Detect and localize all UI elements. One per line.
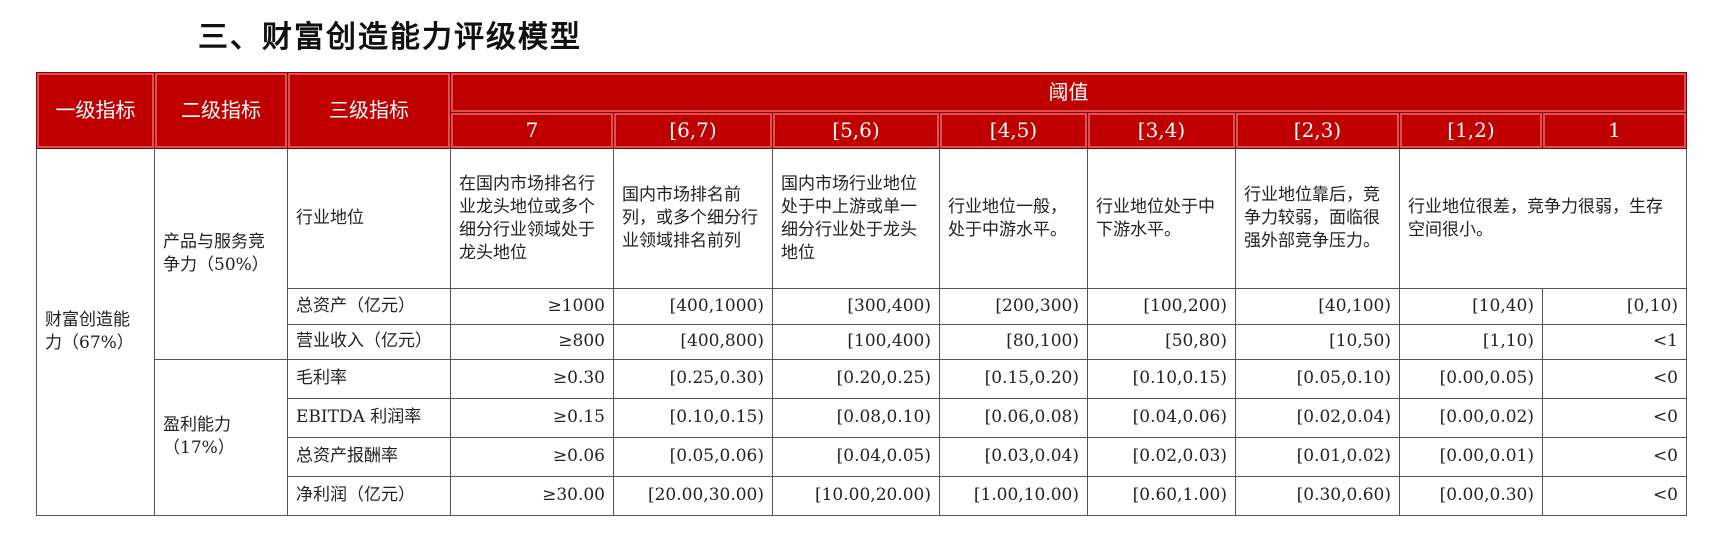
level3-cell: 行业地位 bbox=[287, 148, 451, 290]
header-level1: 一级指标 bbox=[36, 71, 155, 150]
header-score: [3,4) bbox=[1087, 112, 1236, 150]
threshold-cell: [400,1000) bbox=[613, 288, 773, 325]
threshold-cell: [0.10,0.15) bbox=[613, 397, 773, 438]
threshold-cell: [0.04,0.05) bbox=[772, 436, 940, 477]
threshold-cell: [0.02,0.03) bbox=[1087, 436, 1236, 477]
threshold-cell: [1,10) bbox=[1399, 323, 1543, 360]
threshold-cell: [0.10,0.15) bbox=[1087, 358, 1236, 399]
threshold-cell: [40,100) bbox=[1235, 288, 1400, 325]
level3-cell: EBITDA 利润率 bbox=[287, 397, 451, 438]
threshold-cell: [300,400) bbox=[772, 288, 940, 325]
header-score: 1 bbox=[1542, 112, 1687, 150]
threshold-cell: <1 bbox=[1542, 323, 1687, 360]
threshold-cell: [200,300) bbox=[939, 288, 1088, 325]
threshold-cell: ≥0.06 bbox=[450, 436, 614, 477]
header-level3: 三级指标 bbox=[287, 71, 451, 150]
level3-cell: 净利润（亿元） bbox=[287, 475, 451, 517]
threshold-cell: [0.05,0.10) bbox=[1235, 358, 1400, 399]
header-score: [6,7) bbox=[613, 112, 773, 150]
threshold-cell: ≥0.30 bbox=[450, 358, 614, 399]
threshold-cell: [0.30,0.60) bbox=[1235, 475, 1400, 517]
threshold-cell: [80,100) bbox=[939, 323, 1088, 360]
threshold-cell: [10,50) bbox=[1235, 323, 1400, 360]
threshold-cell: <0 bbox=[1542, 397, 1687, 438]
page-title: 三、财富创造能力评级模型 bbox=[198, 20, 582, 55]
threshold-cell: [100,400) bbox=[772, 323, 940, 360]
threshold-cell: [0.08,0.10) bbox=[772, 397, 940, 438]
threshold-cell: 行业地位很差，竞争力很弱，生存空间很小。 bbox=[1399, 148, 1687, 290]
threshold-cell: [0.00,0.02) bbox=[1399, 397, 1543, 438]
threshold-cell: [0.00,0.01) bbox=[1399, 436, 1543, 477]
header-score: [1,2) bbox=[1399, 112, 1543, 150]
threshold-cell: 行业地位一般，处于中游水平。 bbox=[939, 148, 1088, 290]
threshold-cell: 行业地位处于中下游水平。 bbox=[1087, 148, 1236, 290]
threshold-cell: [10.00,20.00) bbox=[772, 475, 940, 517]
header-score: [4,5) bbox=[939, 112, 1088, 150]
threshold-cell: [1.00,10.00) bbox=[939, 475, 1088, 517]
threshold-cell: [50,80) bbox=[1087, 323, 1236, 360]
threshold-cell: ≥0.15 bbox=[450, 397, 614, 438]
table-row: 财富创造能力（67%） 产品与服务竞争力（50%） 行业地位 在国内市场排名行业… bbox=[36, 148, 1687, 516]
header-row-1: 一级指标 二级指标 三级指标 阈值 bbox=[36, 71, 1687, 150]
level3-cell: 总资产（亿元） bbox=[287, 288, 451, 325]
threshold-cell: [0.20,0.25) bbox=[772, 358, 940, 399]
header-score: [5,6) bbox=[772, 112, 940, 150]
level3-cell: 营业收入（亿元） bbox=[287, 323, 451, 360]
level1-cell: 财富创造能力（67%） bbox=[36, 148, 155, 516]
threshold-cell: 国内市场排名前列，或多个细分行业领域排名前列 bbox=[613, 148, 773, 290]
threshold-cell: [400,800) bbox=[613, 323, 773, 360]
threshold-cell: <0 bbox=[1542, 475, 1687, 517]
threshold-cell: <0 bbox=[1542, 436, 1687, 477]
header-threshold: 阈值 bbox=[450, 71, 1687, 114]
threshold-cell: [0.03,0.04) bbox=[939, 436, 1088, 477]
threshold-cell: [100,200) bbox=[1087, 288, 1236, 325]
table-row: 盈利能力（17%） 毛利率 ≥0.30 [0.25,0.30) [0.20,0.… bbox=[37, 358, 1687, 517]
header-score: [2,3) bbox=[1235, 112, 1400, 150]
level2-cell: 产品与服务竞争力（50%） bbox=[154, 148, 288, 360]
threshold-cell: [20.00,30.00) bbox=[613, 475, 773, 517]
threshold-cell: [0.25,0.30) bbox=[613, 358, 773, 399]
threshold-cell: [10,40) bbox=[1399, 288, 1543, 325]
threshold-cell: 在国内市场排名行业龙头地位或多个细分行业领域处于龙头地位 bbox=[450, 148, 614, 290]
threshold-cell: ≥800 bbox=[450, 323, 614, 360]
rating-model-table: 一级指标 二级指标 三级指标 阈值 7 [6,7) [5,6) [4,5) [3… bbox=[36, 71, 1687, 517]
threshold-cell: ≥30.00 bbox=[450, 475, 614, 517]
threshold-cell: <0 bbox=[1542, 358, 1687, 399]
threshold-cell: [0,10) bbox=[1542, 288, 1687, 325]
threshold-cell: [0.15,0.20) bbox=[939, 358, 1088, 399]
threshold-cell: [0.05,0.06) bbox=[613, 436, 773, 477]
threshold-cell: 国内市场行业地位处于中上游或单一细分行业处于龙头地位 bbox=[772, 148, 940, 290]
level3-cell: 总资产报酬率 bbox=[287, 436, 451, 477]
threshold-cell: ≥1000 bbox=[450, 288, 614, 325]
threshold-cell: [0.04,0.06) bbox=[1087, 397, 1236, 438]
threshold-cell: [0.02,0.04) bbox=[1235, 397, 1400, 438]
threshold-cell: [0.00,0.30) bbox=[1399, 475, 1543, 517]
level2-cell: 盈利能力（17%） bbox=[154, 358, 288, 517]
threshold-cell: [0.60,1.00) bbox=[1087, 475, 1236, 517]
level3-cell: 毛利率 bbox=[287, 358, 451, 399]
threshold-cell: 行业地位靠后，竞争力较弱，面临很强外部竞争压力。 bbox=[1235, 148, 1400, 290]
header-score: 7 bbox=[450, 112, 614, 150]
header-level2: 二级指标 bbox=[154, 71, 288, 150]
threshold-cell: [0.06,0.08) bbox=[939, 397, 1088, 438]
threshold-cell: [0.00,0.05) bbox=[1399, 358, 1543, 399]
threshold-cell: [0.01,0.02) bbox=[1235, 436, 1400, 477]
